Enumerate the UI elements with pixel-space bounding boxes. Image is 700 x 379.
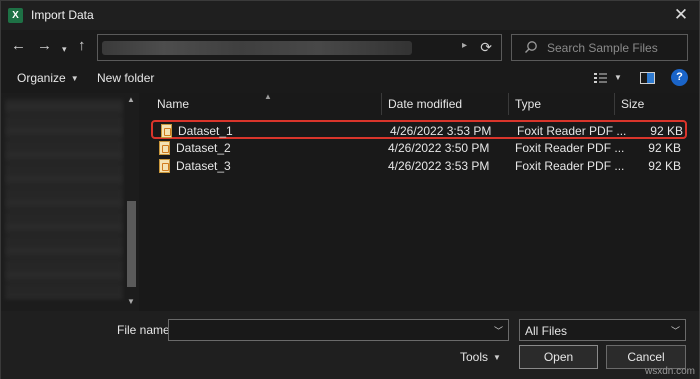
- navigation-pane[interactable]: ▲ ▼: [1, 93, 139, 311]
- scroll-up-icon[interactable]: ▲: [125, 95, 137, 104]
- column-header-date-modified[interactable]: Date modified: [382, 93, 509, 115]
- file-type: Foxit Reader PDF ...: [515, 141, 625, 155]
- window-title: Import Data: [31, 8, 94, 22]
- address-bar[interactable]: ▸ ⟳: [97, 34, 502, 61]
- file-size: 92 KB: [648, 141, 681, 155]
- preview-pane-icon[interactable]: [640, 72, 655, 84]
- forward-arrow-icon[interactable]: →: [37, 38, 52, 54]
- file-size: 92 KB: [648, 159, 681, 173]
- chevron-down-icon: ▼: [493, 353, 501, 362]
- title-bar: X Import Data ✕: [1, 1, 699, 30]
- search-icon: [525, 41, 537, 53]
- up-arrow-icon[interactable]: ↑: [78, 38, 86, 54]
- command-toolbar: Organize ▼ New folder ▼ ?: [1, 64, 699, 93]
- new-folder-button[interactable]: New folder: [97, 71, 154, 85]
- view-dropdown-icon[interactable]: ▼: [614, 73, 622, 82]
- excel-icon: X: [8, 8, 23, 23]
- recent-locations-chevron-icon[interactable]: ▾: [62, 41, 67, 57]
- file-name: Dataset_1: [178, 124, 233, 138]
- watermark: wsxdn.com: [644, 366, 695, 377]
- organize-label: Organize: [17, 71, 66, 85]
- file-size: 92 KB: [650, 124, 683, 138]
- address-path-blurred: [102, 41, 412, 55]
- file-type-filter-value: All Files: [525, 324, 568, 338]
- import-data-dialog: X Import Data ✕ ← → ▾ ↑ ▸ ⟳ Search Sampl…: [0, 0, 700, 379]
- navigation-items-blurred: [5, 99, 123, 299]
- refresh-icon[interactable]: ⟳: [480, 39, 492, 56]
- chevron-down-icon: ﹀: [670, 326, 680, 336]
- file-type: Foxit Reader PDF ...: [515, 159, 625, 173]
- close-button[interactable]: ✕: [669, 3, 693, 27]
- search-box[interactable]: Search Sample Files: [511, 34, 688, 61]
- dialog-footer: File name: ﹀ All Files ﹀ Tools ▼ Open Can…: [1, 311, 699, 379]
- file-row-dataset-1[interactable]: Dataset_1 4/26/2022 3:53 PM Foxit Reader…: [151, 120, 687, 139]
- address-dropdown-icon[interactable]: ▸: [462, 40, 467, 51]
- navigation-bar: ← → ▾ ↑ ▸ ⟳ Search Sample Files: [1, 30, 699, 64]
- view-options-icon[interactable]: [594, 72, 607, 84]
- file-row-dataset-3[interactable]: Dataset_3 4/26/2022 3:53 PM Foxit Reader…: [151, 157, 687, 176]
- file-name-label: File name:: [117, 323, 174, 337]
- pdf-file-icon: [159, 159, 170, 173]
- file-type-filter-select[interactable]: All Files ﹀: [519, 319, 686, 341]
- file-date-modified: 4/26/2022 3:50 PM: [388, 141, 490, 155]
- chevron-down-icon[interactable]: ﹀: [494, 324, 503, 337]
- open-button[interactable]: Open: [519, 345, 598, 369]
- organize-menu[interactable]: Organize ▼: [17, 71, 79, 85]
- tools-label: Tools: [460, 350, 489, 364]
- file-row-dataset-2[interactable]: Dataset_2 4/26/2022 3:50 PM Foxit Reader…: [151, 139, 687, 158]
- file-name: Dataset_2: [176, 141, 231, 155]
- tools-menu[interactable]: Tools ▼: [460, 350, 501, 364]
- column-header-type[interactable]: Type: [509, 93, 615, 115]
- file-date-modified: 4/26/2022 3:53 PM: [388, 159, 490, 173]
- sort-ascending-icon: ▲: [264, 92, 272, 101]
- help-icon[interactable]: ?: [671, 69, 688, 86]
- back-arrow-icon[interactable]: ←: [11, 38, 26, 54]
- file-type: Foxit Reader PDF ...: [517, 124, 627, 138]
- file-list: Name ▲ Date modified Type Size Dataset_1…: [141, 92, 697, 311]
- scrollbar-thumb[interactable]: [127, 201, 136, 287]
- scroll-down-icon[interactable]: ▼: [125, 297, 137, 306]
- search-placeholder: Search Sample Files: [547, 41, 658, 55]
- pdf-file-icon: [161, 124, 172, 138]
- file-name: Dataset_3: [176, 159, 231, 173]
- file-date-modified: 4/26/2022 3:53 PM: [390, 124, 492, 138]
- pdf-file-icon: [159, 141, 170, 155]
- column-header-size[interactable]: Size: [615, 93, 687, 115]
- chevron-down-icon: ▼: [70, 74, 79, 83]
- file-name-input[interactable]: ﹀: [168, 319, 509, 341]
